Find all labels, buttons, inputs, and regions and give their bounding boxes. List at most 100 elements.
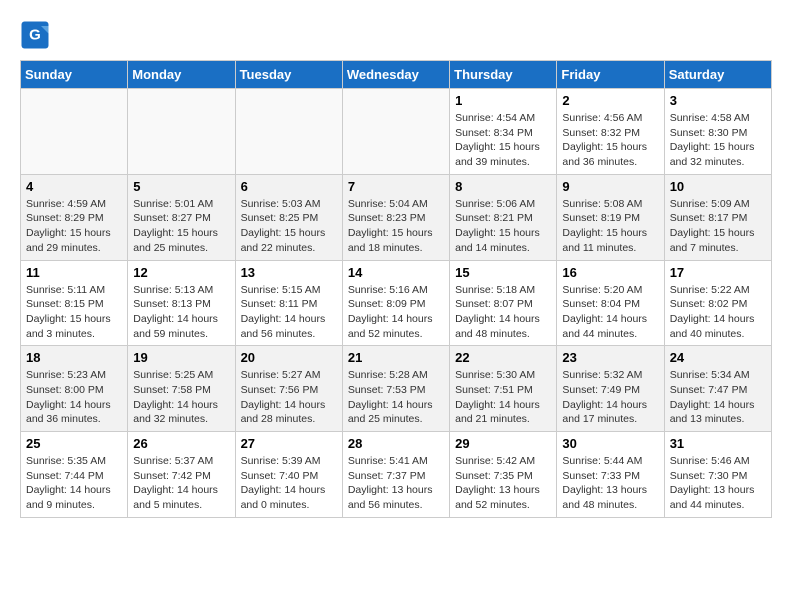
calendar-cell: 21 Sunrise: 5:28 AM Sunset: 7:53 PM Dayli… bbox=[342, 346, 449, 432]
day-number: 28 bbox=[348, 436, 444, 451]
day-info: Sunrise: 5:44 AM Sunset: 7:33 PM Dayligh… bbox=[562, 454, 658, 513]
calendar-cell: 17 Sunrise: 5:22 AM Sunset: 8:02 PM Dayli… bbox=[664, 260, 771, 346]
calendar-cell bbox=[128, 89, 235, 175]
page-header: G bbox=[20, 20, 772, 50]
day-header-tuesday: Tuesday bbox=[235, 61, 342, 89]
day-number: 25 bbox=[26, 436, 122, 451]
calendar-cell: 9 Sunrise: 5:08 AM Sunset: 8:19 PM Daylig… bbox=[557, 174, 664, 260]
day-info: Sunrise: 5:16 AM Sunset: 8:09 PM Dayligh… bbox=[348, 283, 444, 342]
calendar-cell: 1 Sunrise: 4:54 AM Sunset: 8:34 PM Daylig… bbox=[450, 89, 557, 175]
day-info: Sunrise: 5:03 AM Sunset: 8:25 PM Dayligh… bbox=[241, 197, 337, 256]
calendar-cell: 24 Sunrise: 5:34 AM Sunset: 7:47 PM Dayli… bbox=[664, 346, 771, 432]
day-number: 16 bbox=[562, 265, 658, 280]
day-info: Sunrise: 4:59 AM Sunset: 8:29 PM Dayligh… bbox=[26, 197, 122, 256]
calendar-cell bbox=[235, 89, 342, 175]
calendar-cell: 4 Sunrise: 4:59 AM Sunset: 8:29 PM Daylig… bbox=[21, 174, 128, 260]
day-number: 29 bbox=[455, 436, 551, 451]
day-number: 24 bbox=[670, 350, 766, 365]
day-info: Sunrise: 5:25 AM Sunset: 7:58 PM Dayligh… bbox=[133, 368, 229, 427]
day-number: 12 bbox=[133, 265, 229, 280]
day-info: Sunrise: 5:27 AM Sunset: 7:56 PM Dayligh… bbox=[241, 368, 337, 427]
calendar-cell: 2 Sunrise: 4:56 AM Sunset: 8:32 PM Daylig… bbox=[557, 89, 664, 175]
day-number: 1 bbox=[455, 93, 551, 108]
day-header-sunday: Sunday bbox=[21, 61, 128, 89]
calendar-cell: 22 Sunrise: 5:30 AM Sunset: 7:51 PM Dayli… bbox=[450, 346, 557, 432]
calendar-week-row: 11Sunrise: 5:11 AM Sunset: 8:15 PM Dayli… bbox=[21, 260, 772, 346]
day-number: 14 bbox=[348, 265, 444, 280]
day-header-wednesday: Wednesday bbox=[342, 61, 449, 89]
calendar-table: SundayMondayTuesdayWednesdayThursdayFrid… bbox=[20, 60, 772, 518]
day-number: 11 bbox=[26, 265, 122, 280]
day-info: Sunrise: 5:09 AM Sunset: 8:17 PM Dayligh… bbox=[670, 197, 766, 256]
calendar-cell: 6 Sunrise: 5:03 AM Sunset: 8:25 PM Daylig… bbox=[235, 174, 342, 260]
day-number: 15 bbox=[455, 265, 551, 280]
day-info: Sunrise: 4:56 AM Sunset: 8:32 PM Dayligh… bbox=[562, 111, 658, 170]
svg-text:G: G bbox=[29, 27, 41, 44]
day-info: Sunrise: 5:41 AM Sunset: 7:37 PM Dayligh… bbox=[348, 454, 444, 513]
day-number: 22 bbox=[455, 350, 551, 365]
calendar-cell: 14 Sunrise: 5:16 AM Sunset: 8:09 PM Dayli… bbox=[342, 260, 449, 346]
calendar-week-row: 4 Sunrise: 4:59 AM Sunset: 8:29 PM Daylig… bbox=[21, 174, 772, 260]
day-number: 7 bbox=[348, 179, 444, 194]
calendar-cell: 23 Sunrise: 5:32 AM Sunset: 7:49 PM Dayli… bbox=[557, 346, 664, 432]
day-info: Sunrise: 5:23 AM Sunset: 8:00 PM Dayligh… bbox=[26, 368, 122, 427]
day-number: 10 bbox=[670, 179, 766, 194]
day-info: Sunrise: 5:32 AM Sunset: 7:49 PM Dayligh… bbox=[562, 368, 658, 427]
calendar-cell: 16 Sunrise: 5:20 AM Sunset: 8:04 PM Dayli… bbox=[557, 260, 664, 346]
calendar-cell: 3 Sunrise: 4:58 AM Sunset: 8:30 PM Daylig… bbox=[664, 89, 771, 175]
day-number: 19 bbox=[133, 350, 229, 365]
day-info: Sunrise: 5:15 AM Sunset: 8:11 PM Dayligh… bbox=[241, 283, 337, 342]
calendar-cell: 25Sunrise: 5:35 AM Sunset: 7:44 PM Dayli… bbox=[21, 432, 128, 518]
day-info: Sunrise: 4:54 AM Sunset: 8:34 PM Dayligh… bbox=[455, 111, 551, 170]
day-number: 23 bbox=[562, 350, 658, 365]
calendar-week-row: 25Sunrise: 5:35 AM Sunset: 7:44 PM Dayli… bbox=[21, 432, 772, 518]
day-number: 8 bbox=[455, 179, 551, 194]
day-info: Sunrise: 5:06 AM Sunset: 8:21 PM Dayligh… bbox=[455, 197, 551, 256]
calendar-cell: 8 Sunrise: 5:06 AM Sunset: 8:21 PM Daylig… bbox=[450, 174, 557, 260]
day-info: Sunrise: 5:28 AM Sunset: 7:53 PM Dayligh… bbox=[348, 368, 444, 427]
day-number: 26 bbox=[133, 436, 229, 451]
logo: G bbox=[20, 20, 55, 50]
day-number: 4 bbox=[26, 179, 122, 194]
calendar-cell: 11Sunrise: 5:11 AM Sunset: 8:15 PM Dayli… bbox=[21, 260, 128, 346]
day-number: 31 bbox=[670, 436, 766, 451]
calendar-cell: 27Sunrise: 5:39 AM Sunset: 7:40 PM Dayli… bbox=[235, 432, 342, 518]
day-number: 3 bbox=[670, 93, 766, 108]
day-info: Sunrise: 5:04 AM Sunset: 8:23 PM Dayligh… bbox=[348, 197, 444, 256]
calendar-cell: 29 Sunrise: 5:42 AM Sunset: 7:35 PM Dayli… bbox=[450, 432, 557, 518]
days-header-row: SundayMondayTuesdayWednesdayThursdayFrid… bbox=[21, 61, 772, 89]
calendar-cell: 20Sunrise: 5:27 AM Sunset: 7:56 PM Dayli… bbox=[235, 346, 342, 432]
logo-icon: G bbox=[20, 20, 50, 50]
day-info: Sunrise: 5:34 AM Sunset: 7:47 PM Dayligh… bbox=[670, 368, 766, 427]
day-info: Sunrise: 5:22 AM Sunset: 8:02 PM Dayligh… bbox=[670, 283, 766, 342]
calendar-cell: 26Sunrise: 5:37 AM Sunset: 7:42 PM Dayli… bbox=[128, 432, 235, 518]
day-number: 6 bbox=[241, 179, 337, 194]
day-number: 13 bbox=[241, 265, 337, 280]
calendar-week-row: 1 Sunrise: 4:54 AM Sunset: 8:34 PM Daylig… bbox=[21, 89, 772, 175]
calendar-cell: 12Sunrise: 5:13 AM Sunset: 8:13 PM Dayli… bbox=[128, 260, 235, 346]
day-number: 17 bbox=[670, 265, 766, 280]
day-info: Sunrise: 5:46 AM Sunset: 7:30 PM Dayligh… bbox=[670, 454, 766, 513]
calendar-cell: 5Sunrise: 5:01 AM Sunset: 8:27 PM Daylig… bbox=[128, 174, 235, 260]
calendar-cell: 7 Sunrise: 5:04 AM Sunset: 8:23 PM Daylig… bbox=[342, 174, 449, 260]
day-info: Sunrise: 5:08 AM Sunset: 8:19 PM Dayligh… bbox=[562, 197, 658, 256]
calendar-cell: 15 Sunrise: 5:18 AM Sunset: 8:07 PM Dayli… bbox=[450, 260, 557, 346]
day-info: Sunrise: 5:42 AM Sunset: 7:35 PM Dayligh… bbox=[455, 454, 551, 513]
day-number: 18 bbox=[26, 350, 122, 365]
day-info: Sunrise: 5:20 AM Sunset: 8:04 PM Dayligh… bbox=[562, 283, 658, 342]
day-info: Sunrise: 5:39 AM Sunset: 7:40 PM Dayligh… bbox=[241, 454, 337, 513]
day-number: 21 bbox=[348, 350, 444, 365]
day-info: Sunrise: 5:18 AM Sunset: 8:07 PM Dayligh… bbox=[455, 283, 551, 342]
day-info: Sunrise: 4:58 AM Sunset: 8:30 PM Dayligh… bbox=[670, 111, 766, 170]
calendar-cell bbox=[342, 89, 449, 175]
calendar-cell bbox=[21, 89, 128, 175]
day-header-saturday: Saturday bbox=[664, 61, 771, 89]
day-header-thursday: Thursday bbox=[450, 61, 557, 89]
day-number: 2 bbox=[562, 93, 658, 108]
day-number: 9 bbox=[562, 179, 658, 194]
calendar-cell: 30 Sunrise: 5:44 AM Sunset: 7:33 PM Dayli… bbox=[557, 432, 664, 518]
day-number: 30 bbox=[562, 436, 658, 451]
calendar-cell: 19 Sunrise: 5:25 AM Sunset: 7:58 PM Dayli… bbox=[128, 346, 235, 432]
calendar-cell: 31 Sunrise: 5:46 AM Sunset: 7:30 PM Dayli… bbox=[664, 432, 771, 518]
day-info: Sunrise: 5:30 AM Sunset: 7:51 PM Dayligh… bbox=[455, 368, 551, 427]
